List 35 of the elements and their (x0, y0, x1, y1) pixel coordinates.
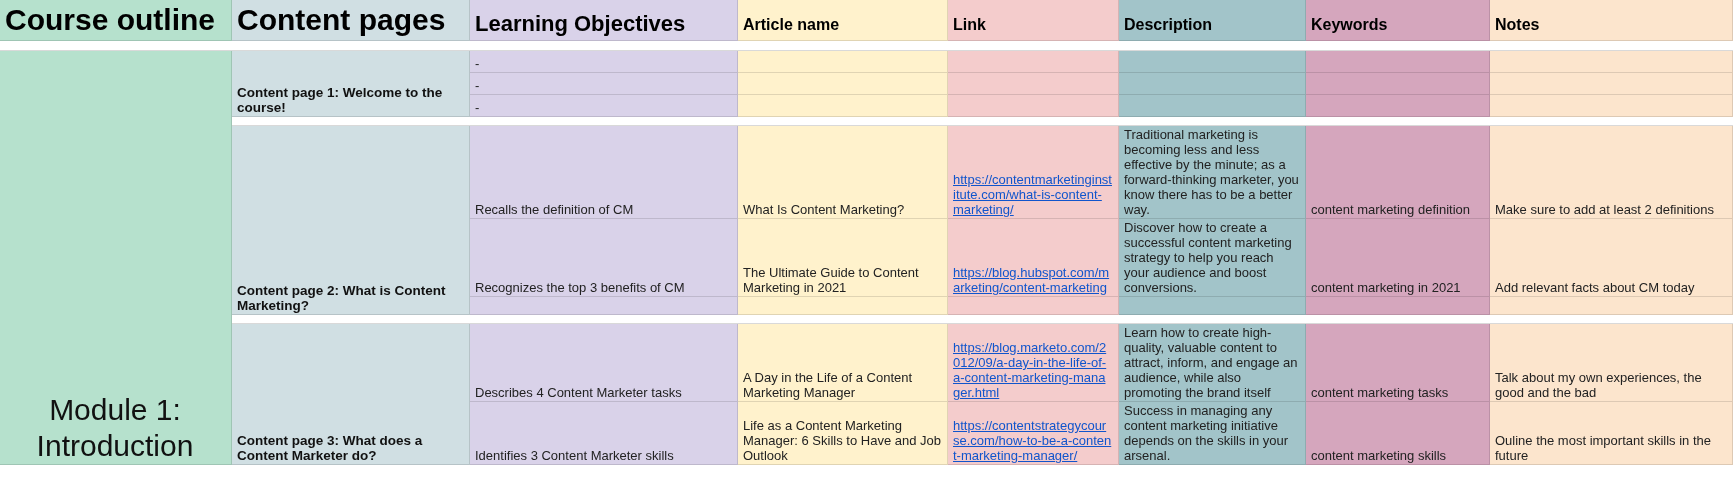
column-header: Link (948, 0, 1119, 41)
column-header: Course outline (0, 0, 232, 41)
table-cell: - (470, 73, 738, 95)
table-cell: A Day in the Life of a Content Marketing Manager (738, 324, 948, 402)
column-header: Description (1119, 0, 1306, 41)
table-cell: Life as a Content Marketing Manager: 6 Skills to Have and Job Outlook (738, 402, 948, 465)
table-cell: Content page 3: What does a Content Marketer do? (232, 324, 470, 465)
table-cell: The Ultimate Guide to Content Marketing in 2021 (738, 219, 948, 297)
table-cell: content marketing skills (1306, 402, 1490, 465)
table-cell: Learn how to create high-quality, valuable content to attract, inform, and engage an audience, while also promoting the brand itself (1119, 324, 1306, 402)
table-cell: - (470, 95, 738, 117)
table-cell: Traditional marketing is becoming less and less effective by the minute; as a forward-thinking marketer, you know there has to be a better way. (1119, 126, 1306, 219)
table-cell: Module 1: Introduction (0, 51, 232, 465)
column-header: Article name (738, 0, 948, 41)
table-cell: Discover how to create a successful content marketing strategy to help you reach your audience and boost conversions. (1119, 219, 1306, 297)
table-cell: Talk about my own experiences, the good and the bad (1490, 324, 1733, 402)
table-cell: - (470, 51, 738, 73)
table-cell: Identifies 3 Content Marketer skills (470, 402, 738, 465)
table-cell: Describes 4 Content Marketer tasks (470, 324, 738, 402)
table-cell: Make sure to add at least 2 definitions (1490, 126, 1733, 219)
column-header: Notes (1490, 0, 1733, 41)
table-cell: Content page 2: What is Content Marketing? (232, 126, 470, 315)
table-cell: Recalls the definition of CM (470, 126, 738, 219)
table-cell: Content page 1: Welcome to the course! (232, 51, 470, 117)
column-header: Keywords (1306, 0, 1490, 41)
column-header: Learning Objectives (470, 0, 738, 41)
table-cell: Add relevant facts about CM today (1490, 219, 1733, 297)
table-cell: content marketing definition (1306, 126, 1490, 219)
column-header: Content pages (232, 0, 470, 41)
table-cell: What Is Content Marketing? (738, 126, 948, 219)
table-cell: content marketing in 2021 (1306, 219, 1490, 297)
table-cell: Recognizes the top 3 benefits of CM (470, 219, 738, 297)
table-cell: content marketing tasks (1306, 324, 1490, 402)
table-cell: Ouline the most important skills in the future (1490, 402, 1733, 465)
table-cell: Success in managing any content marketing initiative depends on the skills in your arsenal. (1119, 402, 1306, 465)
